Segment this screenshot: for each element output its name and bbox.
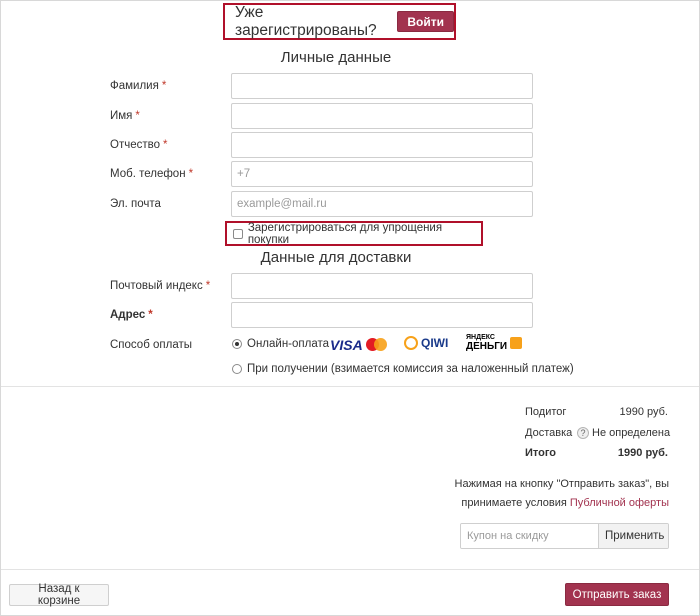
mastercard-icon — [365, 338, 388, 352]
payment-on-delivery-label: При получении (взимается комиссия за нал… — [247, 363, 574, 375]
payment-online-label: Онлайн-оплата — [247, 338, 330, 350]
login-question: Уже зарегистрированы? — [235, 3, 377, 39]
footer-divider — [1, 569, 699, 570]
login-button[interactable]: Войти — [397, 11, 454, 32]
email-input[interactable] — [231, 191, 533, 217]
last-name-label: Фамилия * — [110, 80, 167, 92]
terms-notice: Нажимая на кнопку "Отправить заказ", вы … — [454, 478, 669, 509]
personal-data-title: Личные данные — [280, 49, 392, 66]
delivery-help-icon[interactable]: ? — [577, 427, 589, 439]
required-marker: * — [188, 168, 194, 180]
postal-code-input[interactable] — [231, 273, 533, 299]
required-marker: * — [148, 309, 153, 321]
middle-name-label: Отчество * — [110, 139, 168, 151]
total-value: 1990 руб. — [617, 447, 668, 459]
subtotal-value: 1990 руб. — [619, 406, 668, 418]
delivery-data-title: Данные для доставки — [260, 249, 412, 266]
payment-online-option[interactable]: Онлайн-оплата — [232, 338, 329, 350]
address-label: Адрес * — [110, 309, 153, 321]
apply-coupon-button[interactable]: Применить — [598, 524, 668, 548]
first-name-label: Имя * — [110, 110, 140, 122]
payment-on-delivery-radio[interactable] — [232, 364, 242, 374]
phone-label: Моб. телефон * — [110, 168, 194, 180]
qiwi-icon — [404, 336, 418, 350]
register-option[interactable]: Зарегистрироваться для упрощения покупки — [225, 221, 483, 246]
yandex-money-icon — [510, 337, 523, 349]
yandex-money-logo: ЯНДЕКС ДЕНЬГИ — [466, 334, 523, 352]
qiwi-logo: QIWI — [404, 336, 448, 350]
postal-code-label: Почтовый индекс * — [110, 280, 211, 292]
total-label: Итого — [525, 447, 557, 459]
register-checkbox-label: Зарегистрироваться для упрощения покупки — [247, 221, 443, 246]
email-label: Эл. почта — [110, 198, 161, 210]
back-to-cart-button[interactable]: Назад к корзине — [9, 583, 109, 607]
middle-name-input[interactable] — [231, 132, 533, 158]
coupon-input[interactable] — [461, 524, 598, 548]
submit-order-button[interactable]: Отправить заказ — [565, 583, 669, 606]
public-offer-link[interactable]: Публичной оферты — [570, 497, 669, 509]
delivery-cost-value: Не определена — [592, 427, 671, 439]
section-divider — [1, 386, 699, 387]
phone-input[interactable] — [231, 161, 533, 187]
subtotal-label: Подитог — [525, 406, 567, 418]
required-marker: * — [163, 139, 168, 151]
register-checkbox[interactable] — [233, 228, 243, 239]
coupon-group: Применить — [460, 523, 669, 549]
login-prompt: Уже зарегистрированы? Войти — [223, 3, 456, 40]
last-name-input[interactable] — [231, 73, 533, 99]
payment-method-label: Способ оплаты — [110, 339, 192, 351]
delivery-cost-label: Доставка — [525, 427, 573, 439]
address-input[interactable] — [231, 302, 533, 328]
required-marker: * — [161, 80, 167, 92]
visa-icon: VISA — [330, 337, 363, 353]
required-marker: * — [205, 280, 211, 292]
required-marker: * — [135, 110, 140, 122]
payment-online-radio[interactable] — [232, 339, 242, 349]
visa-mastercard-logo: VISA — [330, 337, 388, 353]
payment-on-delivery-option[interactable]: При получении (взимается комиссия за нал… — [232, 363, 574, 375]
first-name-input[interactable] — [231, 103, 533, 129]
